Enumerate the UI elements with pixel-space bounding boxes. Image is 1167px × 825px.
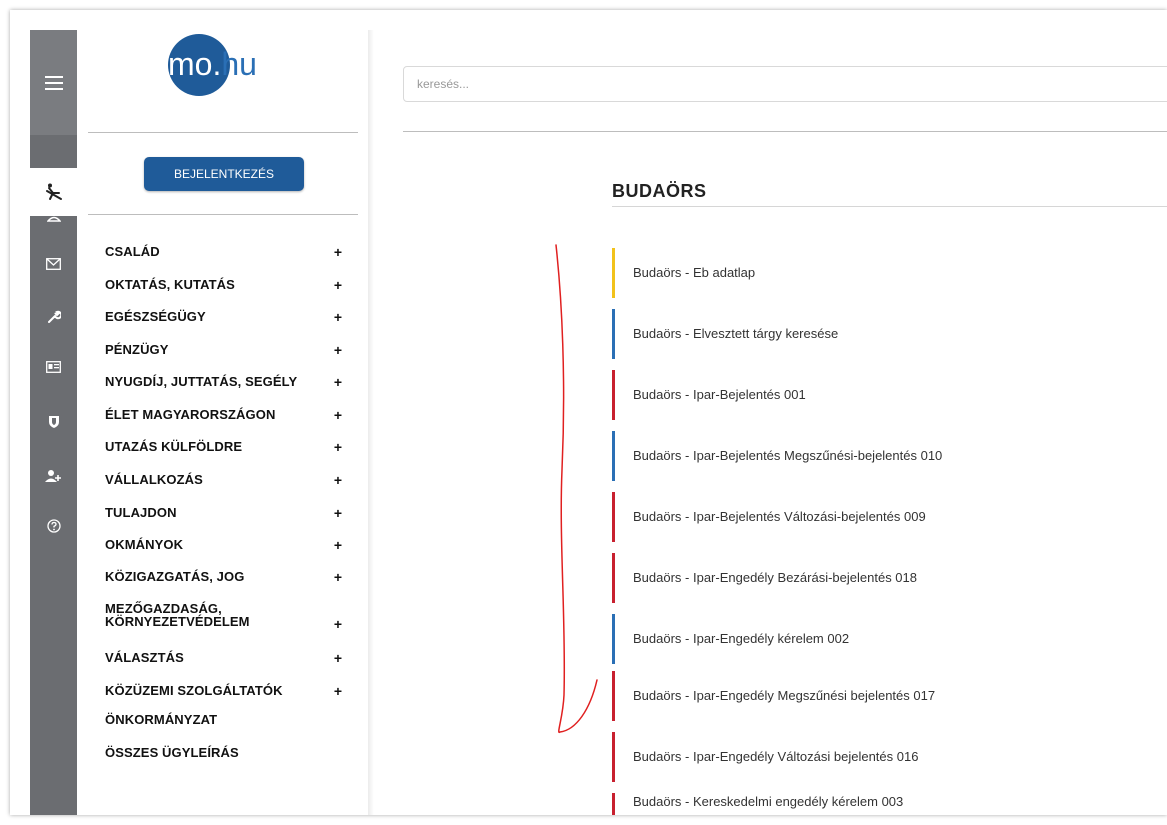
mail-icon (46, 258, 61, 270)
help-button[interactable] (30, 512, 77, 540)
expand-icon[interactable]: + (332, 309, 344, 325)
list-item-label: Budaörs - Elvesztett tárgy keresése (633, 326, 839, 341)
category-okmanyok[interactable]: OKMÁNYOK (105, 537, 183, 552)
category-color-bar (612, 614, 615, 664)
expand-icon[interactable]: + (332, 244, 344, 260)
list-item[interactable]: Budaörs - Kereskedelmi engedély kérelem … (612, 793, 1167, 815)
category-csalad[interactable]: CSALÁD (105, 244, 160, 259)
category-kozuzemi[interactable]: KÖZÜZEMI SZOLGÁLTATÓK (105, 683, 283, 698)
list-item-label: Budaörs - Ipar-Bejelentés Megszűnési-bej… (633, 448, 943, 463)
category-color-bar (612, 248, 615, 298)
user-button[interactable] (30, 200, 77, 228)
category-onkormanyzat[interactable]: ÖNKORMÁNYZAT (105, 712, 217, 727)
category-color-bar (612, 370, 615, 420)
category-color-bar (612, 671, 615, 721)
icon-sidebar (30, 30, 77, 815)
help-icon (46, 519, 61, 533)
id-card-button[interactable] (30, 353, 77, 381)
search-divider (403, 131, 1167, 132)
category-egeszsegugy[interactable]: EGÉSZSÉGÜGY (105, 309, 206, 324)
category-color-bar (612, 732, 615, 782)
shield-icon (48, 416, 59, 428)
expand-icon[interactable]: + (332, 616, 344, 632)
id-card-icon (46, 361, 61, 373)
user-icon (46, 206, 61, 222)
expand-icon[interactable]: + (332, 277, 344, 293)
list-item[interactable]: Budaörs - Ipar-Bejelentés Megszűnési-bej… (612, 431, 1167, 481)
menu-icon (44, 75, 63, 90)
sidebar-divider-bottom (88, 214, 358, 215)
sidebar-divider-top (88, 132, 358, 133)
list-item-label: Budaörs - Ipar-Bejelentés Változási-beje… (633, 509, 926, 524)
expand-icon[interactable]: + (332, 439, 344, 455)
list-item[interactable]: Budaörs - Ipar-Engedély kérelem 002 (612, 614, 1167, 664)
logo-mo: mo. (168, 46, 222, 82)
add-user-button[interactable] (30, 462, 77, 490)
category-label-line2: KÖRNYEZETVÉDELEM (105, 614, 250, 629)
category-color-bar (612, 793, 615, 815)
list-item-label: Budaörs - Ipar-Bejelentés 001 (633, 387, 806, 402)
list-item[interactable]: Budaörs - Eb adatlap (612, 248, 1167, 298)
search-input[interactable]: keresés... (403, 66, 1167, 102)
logo-hu: hu (221, 46, 257, 82)
wrench-icon (47, 310, 61, 323)
list-item-label: Budaörs - Eb adatlap (633, 265, 756, 280)
category-color-bar (612, 309, 615, 359)
expand-icon[interactable]: + (332, 537, 344, 553)
sidebar-shadow (368, 30, 374, 815)
list-item-label: Budaörs - Ipar-Engedély Változási bejele… (633, 749, 919, 764)
expand-icon[interactable]: + (332, 683, 344, 699)
list-item[interactable]: Budaörs - Ipar-Engedély Megszűnési bejel… (612, 671, 1167, 721)
login-button[interactable]: BEJELENTKEZÉS (144, 157, 304, 191)
menu-button[interactable] (30, 30, 77, 135)
expand-icon[interactable]: + (332, 569, 344, 585)
category-utazas[interactable]: UTAZÁS KÜLFÖLDRE (105, 439, 242, 454)
category-mezogazdasag[interactable]: MEZŐGAZDASÁG, KÖRNYEZETVÉDELEM (105, 602, 250, 628)
list-item[interactable]: Budaörs - Ipar-Engedély Bezárási-bejelen… (612, 553, 1167, 603)
expand-icon[interactable]: + (332, 342, 344, 358)
list-item-label: Budaörs - Ipar-Engedély kérelem 002 (633, 631, 850, 646)
mail-button[interactable] (30, 250, 77, 278)
title-underline (612, 206, 1167, 207)
list-item-label: Budaörs - Kereskedelmi engedély kérelem … (633, 794, 904, 809)
category-nyugdij[interactable]: NYUGDÍJ, JUTTATÁS, SEGÉLY (105, 374, 297, 389)
list-item-label: Budaörs - Ipar-Engedély Megszűnési bejel… (633, 688, 936, 703)
expand-icon[interactable]: + (332, 472, 344, 488)
list-item[interactable]: Budaörs - Ipar-Bejelentés 001 (612, 370, 1167, 420)
expand-icon[interactable]: + (332, 650, 344, 666)
category-kozigazgatas[interactable]: KÖZIGAZGATÁS, JOG (105, 569, 244, 584)
expand-icon[interactable]: + (332, 505, 344, 521)
category-color-bar (612, 431, 615, 481)
accessibility-icon (45, 183, 62, 200)
category-elet[interactable]: ÉLET MAGYARORSZÁGON (105, 407, 275, 422)
page-title: BUDAÖRS (612, 181, 707, 201)
red-annotation-mark (555, 244, 598, 733)
expand-icon[interactable]: + (332, 374, 344, 390)
category-tulajdon[interactable]: TULAJDON (105, 505, 177, 520)
category-penzugy[interactable]: PÉNZÜGY (105, 342, 169, 357)
category-color-bar (612, 492, 615, 542)
logo[interactable]: mo.hu (168, 46, 257, 82)
category-vallalkozas[interactable]: VÁLLALKOZÁS (105, 472, 203, 487)
security-button[interactable] (30, 408, 77, 436)
tools-button[interactable] (30, 302, 77, 330)
category-valasztas[interactable]: VÁLASZTÁS (105, 650, 184, 665)
category-color-bar (612, 553, 615, 603)
list-item[interactable]: Budaörs - Elvesztett tárgy keresése (612, 309, 1167, 359)
add-user-icon (45, 470, 61, 482)
expand-icon[interactable]: + (332, 407, 344, 423)
category-osszes[interactable]: ÖSSZES ÜGYLEÍRÁS (105, 745, 239, 760)
list-item[interactable]: Budaörs - Ipar-Engedély Változási bejele… (612, 732, 1167, 782)
list-item-label: Budaörs - Ipar-Engedély Bezárási-bejelen… (633, 570, 918, 585)
list-item[interactable]: Budaörs - Ipar-Bejelentés Változási-beje… (612, 492, 1167, 542)
category-oktatas[interactable]: OKTATÁS, KUTATÁS (105, 277, 235, 292)
